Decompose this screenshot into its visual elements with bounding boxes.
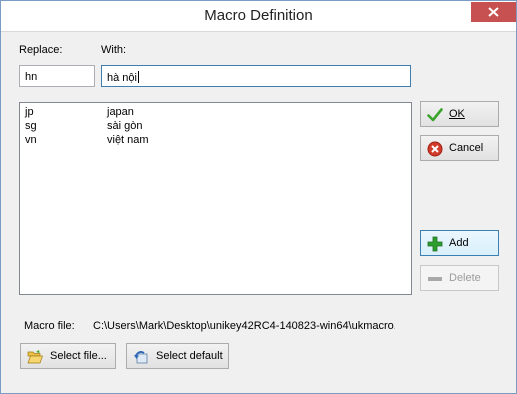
- dialog-client-area: Replace: With: hn hà nội jp japan sg sài…: [9, 32, 508, 386]
- close-button[interactable]: [471, 2, 516, 22]
- ok-button[interactable]: OK: [420, 101, 499, 127]
- select-default-label: Select default: [156, 350, 223, 362]
- ok-button-label: OK: [449, 108, 465, 120]
- delete-button[interactable]: Delete: [420, 265, 499, 291]
- folder-open-icon: [27, 350, 43, 364]
- select-file-label: Select file...: [50, 350, 107, 362]
- macro-key: sg: [25, 120, 37, 132]
- cancel-button-label: Cancel: [449, 142, 484, 154]
- delete-button-label: Delete: [449, 272, 481, 284]
- replace-input[interactable]: hn: [19, 65, 95, 87]
- add-button[interactable]: Add: [420, 230, 499, 256]
- macro-key: jp: [25, 106, 34, 118]
- with-input-value: hà nội: [107, 72, 137, 84]
- macro-file-path: C:\Users\Mark\Desktop\unikey42RC4-140823…: [93, 320, 395, 332]
- macro-value: sài gòn: [107, 120, 143, 132]
- check-icon: [427, 108, 443, 122]
- reset-icon: [134, 351, 148, 364]
- macro-key: vn: [25, 134, 37, 146]
- replace-input-value: hn: [25, 71, 38, 83]
- text-caret: [137, 71, 139, 83]
- replace-label: Replace:: [19, 44, 63, 56]
- window-title: Macro Definition: [204, 7, 313, 24]
- macro-definition-window: Macro Definition Replace: With: hn hà nộ…: [0, 0, 517, 394]
- select-file-button[interactable]: Select file...: [20, 343, 116, 369]
- cancel-button[interactable]: Cancel: [420, 135, 499, 161]
- macro-list[interactable]: jp japan sg sài gòn vn việt nam: [19, 102, 412, 295]
- macro-value: japan: [107, 106, 134, 118]
- select-default-button[interactable]: Select default: [126, 343, 229, 369]
- close-icon: [488, 7, 499, 17]
- with-label: With:: [101, 44, 127, 56]
- add-button-label: Add: [449, 237, 469, 249]
- title-bar[interactable]: Macro Definition: [1, 1, 516, 32]
- plus-icon: [427, 236, 443, 252]
- macro-file-label: Macro file:: [24, 320, 75, 332]
- macro-value: việt nam: [107, 134, 149, 146]
- minus-icon: [428, 277, 442, 281]
- with-input[interactable]: hà nội: [101, 65, 411, 87]
- cancel-icon: [427, 141, 443, 157]
